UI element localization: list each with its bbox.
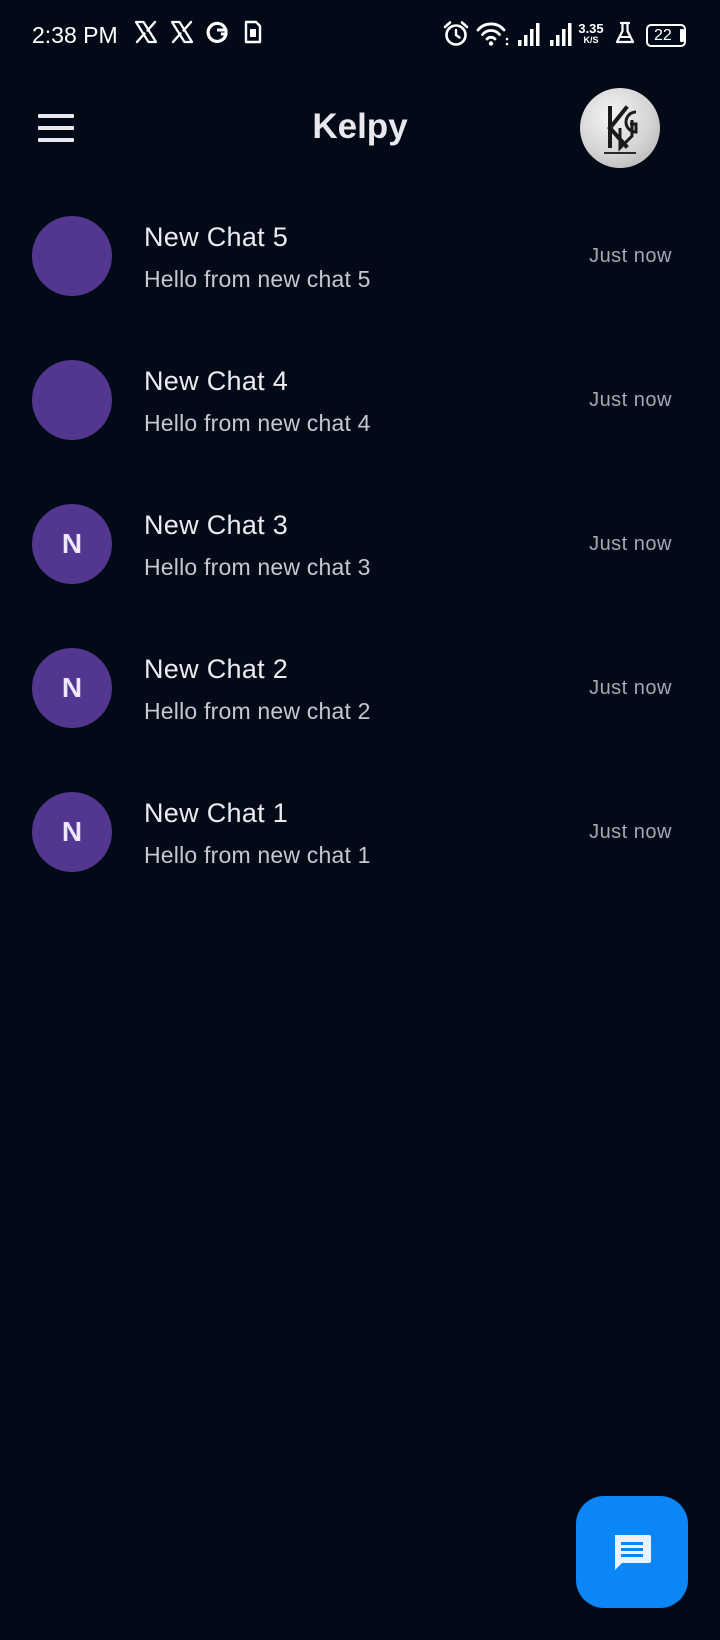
chat-timestamp: Just now <box>589 677 672 699</box>
battery-level: 22 <box>654 27 672 44</box>
chat-avatar: N <box>32 504 112 584</box>
network-speed-value: 3.35 <box>578 21 604 36</box>
signal-icon <box>518 23 540 46</box>
chat-preview: Hello from new chat 4 <box>144 410 371 436</box>
lab-flask-icon <box>615 21 635 44</box>
chat-avatar <box>32 216 112 296</box>
chat-preview: Hello from new chat 1 <box>144 842 371 868</box>
wifi-icon <box>476 22 509 46</box>
chat-name: New Chat 4 <box>144 366 289 396</box>
chat-name: New Chat 3 <box>144 510 289 540</box>
chat-item[interactable]: N New Chat 1 Hello from new chat 1 Just … <box>0 776 720 920</box>
battery-fill <box>680 29 684 42</box>
chat-timestamp: Just now <box>589 533 672 555</box>
x-icon <box>134 20 158 44</box>
network-speed: 3.35 K/S <box>576 22 606 45</box>
status-time: 2:38 PM <box>32 22 118 48</box>
chat-name: New Chat 5 <box>144 222 289 252</box>
chat-timestamp: Just now <box>589 389 672 411</box>
logo-monogram-icon <box>604 105 638 154</box>
status-bar: 2:38 PM 3.35 K/S 22 <box>0 0 720 72</box>
new-chat-button[interactable] <box>576 1496 688 1608</box>
chat-name: New Chat 1 <box>144 798 289 828</box>
alarm-icon <box>443 21 469 46</box>
sim-card-icon <box>244 20 262 44</box>
profile-avatar[interactable] <box>580 88 660 168</box>
network-speed-unit: K/S <box>583 35 599 45</box>
vpn-icon <box>206 21 228 43</box>
chat-timestamp: Just now <box>589 821 672 843</box>
chat-preview: Hello from new chat 3 <box>144 554 371 580</box>
chat-preview: Hello from new chat 2 <box>144 698 371 724</box>
signal-icon <box>550 23 572 46</box>
chat-item[interactable]: New Chat 5 Hello from new chat 5 Just no… <box>0 200 720 344</box>
chat-list-screen: 2:38 PM 3.35 K/S 22 Kelpy New Chat 5 Hel… <box>0 0 720 1640</box>
chat-name: New Chat 2 <box>144 654 289 684</box>
chat-avatar: N <box>32 792 112 872</box>
new-message-icon <box>615 1535 651 1570</box>
chat-preview: Hello from new chat 5 <box>144 266 371 292</box>
chat-item[interactable]: N New Chat 3 Hello from new chat 3 Just … <box>0 488 720 632</box>
chat-avatar: N <box>32 648 112 728</box>
battery-icon: 22 <box>646 24 686 47</box>
chat-avatar <box>32 360 112 440</box>
chat-item[interactable]: N New Chat 2 Hello from new chat 2 Just … <box>0 632 720 776</box>
chat-timestamp: Just now <box>589 245 672 267</box>
app-bar: Kelpy <box>0 84 720 172</box>
chat-item[interactable]: New Chat 4 Hello from new chat 4 Just no… <box>0 344 720 488</box>
x-icon <box>170 20 194 44</box>
